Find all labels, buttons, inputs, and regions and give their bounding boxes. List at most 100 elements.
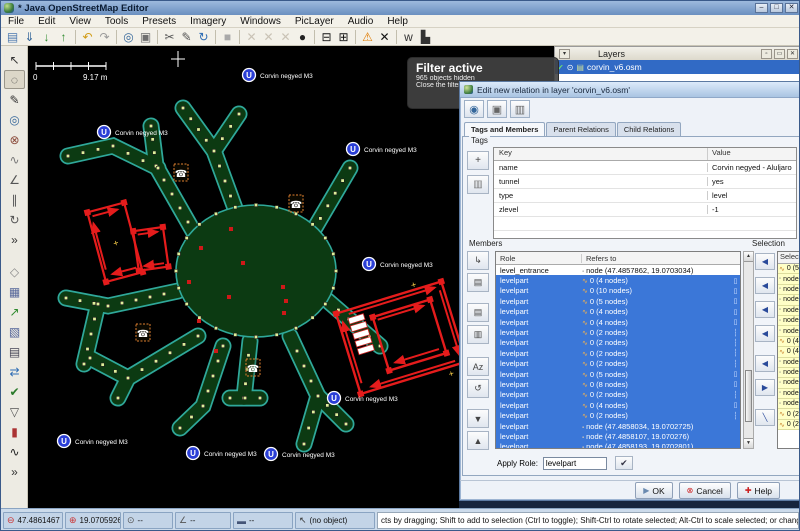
changeset-panel-icon[interactable]: ▮ bbox=[4, 422, 25, 441]
update-data-icon[interactable]: ↻ bbox=[195, 29, 212, 45]
lasso-tool-icon[interactable]: ◌ bbox=[4, 70, 25, 89]
car-icon[interactable]: ⊟ bbox=[318, 29, 335, 45]
angle-tool-icon[interactable]: ∠ bbox=[4, 170, 25, 189]
members-role-header[interactable]: Role bbox=[496, 254, 582, 263]
delete-tool-icon[interactable]: ⊗ bbox=[4, 130, 25, 149]
sort-members-icon[interactable]: Az bbox=[467, 357, 489, 376]
help-button[interactable]: ✚Help bbox=[737, 482, 780, 499]
measure-panel-icon[interactable]: ∿ bbox=[4, 442, 25, 461]
selection-row[interactable]: ▫node bbox=[778, 378, 800, 388]
layer-eye-icon[interactable]: ⊙ bbox=[567, 63, 574, 72]
selection-row[interactable]: ∿0 (5 nodes) bbox=[778, 264, 800, 274]
tag-row[interactable]: typelevel bbox=[494, 189, 796, 203]
copy-members-icon[interactable]: ▤ bbox=[467, 273, 489, 292]
member-row[interactable]: levelpart∿0 (2 nodes)┆ bbox=[496, 359, 740, 369]
members-table[interactable]: Role Refers to level_entrance▪node (47.4… bbox=[495, 251, 741, 449]
zoom-tool-icon[interactable]: ◎ bbox=[4, 110, 25, 129]
member-row[interactable]: levelpart▪node (47.4858034, 19.0702725) bbox=[496, 421, 740, 431]
apply-role-input[interactable] bbox=[543, 457, 607, 470]
histogram-icon[interactable]: ▙ bbox=[417, 29, 434, 45]
member-row[interactable]: levelpart∿0 (2 nodes)┆ bbox=[496, 390, 740, 400]
member-row[interactable]: levelpart∿0 (2 nodes)┆ bbox=[496, 410, 740, 420]
apply-role-confirm-icon[interactable]: ✔ bbox=[615, 456, 633, 470]
filter-panel-icon[interactable]: ▽ bbox=[4, 402, 25, 421]
selection-row[interactable]: ∿0 (2 nodes) bbox=[778, 420, 800, 430]
preferences-icon[interactable]: ▣ bbox=[137, 29, 154, 45]
members-scrollbar[interactable]: ▲ ▼ bbox=[743, 251, 754, 449]
selection-row[interactable]: ▫node bbox=[778, 368, 800, 378]
delete-relation-icon[interactable]: ▥ bbox=[510, 100, 530, 118]
remove-selection-icon[interactable]: ╲ bbox=[755, 409, 775, 426]
more-tools-icon[interactable]: » bbox=[4, 230, 25, 249]
menu-windows[interactable]: Windows bbox=[233, 16, 288, 27]
menu-audio[interactable]: Audio bbox=[341, 16, 381, 27]
command-panel-icon[interactable]: ▤ bbox=[4, 342, 25, 361]
upload-selection-icon[interactable]: ↗ bbox=[4, 302, 25, 321]
selection-row[interactable]: ▫node bbox=[778, 285, 800, 295]
member-row[interactable]: level_entrance▪node (47.4857862, 19.0703… bbox=[496, 265, 740, 275]
undo-icon[interactable]: ↶ bbox=[79, 29, 96, 45]
paste-members-icon[interactable]: ↳ bbox=[467, 251, 489, 270]
member-row[interactable]: levelpart∿0 (4 nodes)▯ bbox=[496, 275, 740, 285]
member-row[interactable]: levelpart∿0 (2 nodes)┆ bbox=[496, 348, 740, 358]
remove-members-icon[interactable]: ▥ bbox=[467, 325, 489, 344]
selection-row[interactable]: ∿0 (4 nodes) bbox=[778, 337, 800, 347]
selection-list[interactable]: Selection ∿0 (5 nodes)▫node▫node▫node▫no… bbox=[777, 251, 800, 449]
dialog-title-bar[interactable]: Edit new relation in layer 'corvin_v6.os… bbox=[460, 82, 800, 98]
add-tag-icon[interactable]: + bbox=[467, 151, 489, 170]
apply-changes-icon[interactable]: ◉ bbox=[464, 100, 484, 118]
selection-list-header[interactable]: Selection bbox=[778, 252, 800, 264]
member-row[interactable]: levelpart∿0 (4 nodes)▯ bbox=[496, 317, 740, 327]
tab-child-relations[interactable]: Child Relations bbox=[617, 122, 681, 136]
scroll-up-icon[interactable]: ▲ bbox=[744, 252, 753, 262]
duplicate-members-icon[interactable]: ▤ bbox=[467, 303, 489, 322]
download-along-icon[interactable]: ✂ bbox=[161, 29, 178, 45]
ok-button[interactable]: ▶OK bbox=[635, 482, 672, 499]
draw-tool-icon[interactable]: ✎ bbox=[178, 29, 195, 45]
scrollbar-thumb[interactable] bbox=[745, 370, 752, 422]
minimize-button[interactable]: – bbox=[755, 3, 768, 13]
combine-tool-icon[interactable]: ✕ bbox=[277, 29, 294, 45]
tags-table[interactable]: Key Value nameCorvin negyed - Aluljarotu… bbox=[493, 147, 797, 239]
menu-file[interactable]: File bbox=[1, 16, 31, 27]
undock-icon[interactable]: ▭ bbox=[774, 49, 785, 59]
download-icon[interactable]: ↓ bbox=[38, 29, 55, 45]
bus-icon[interactable]: ⊞ bbox=[335, 29, 352, 45]
scroll-down-icon[interactable]: ▼ bbox=[744, 438, 753, 448]
selection-row[interactable]: ▫node bbox=[778, 399, 800, 409]
members-refers-header[interactable]: Refers to bbox=[582, 254, 740, 263]
tab-parent-relations[interactable]: Parent Relations bbox=[546, 122, 615, 136]
member-row[interactable]: levelpart∿0 (5 nodes)▯ bbox=[496, 296, 740, 306]
selection-row[interactable]: ▫node bbox=[778, 295, 800, 305]
preview-panel-icon[interactable]: ▧ bbox=[4, 322, 25, 341]
layer-row[interactable]: ✔ ⊙ ▤ corvin_v6.osm bbox=[555, 60, 800, 74]
member-row[interactable]: levelpart∿0 (4 nodes)▯ bbox=[496, 307, 740, 317]
menu-presets[interactable]: Presets bbox=[135, 16, 183, 27]
add-selection-at-start-icon[interactable]: ◀ bbox=[755, 253, 775, 270]
delete-tag-icon[interactable]: ▥ bbox=[467, 175, 489, 194]
cancel-button[interactable]: ⊗Cancel bbox=[679, 482, 731, 499]
warning-icon[interactable]: ⚠ bbox=[359, 29, 376, 45]
tag-row[interactable]: zlevel-1 bbox=[494, 203, 796, 217]
more-panels-icon[interactable]: » bbox=[4, 462, 25, 481]
reverse-order-icon[interactable]: ↺ bbox=[467, 379, 489, 398]
tag-row[interactable]: tunnelyes bbox=[494, 175, 796, 189]
menu-imagery[interactable]: Imagery bbox=[183, 16, 233, 27]
mapmode-icon[interactable]: ■ bbox=[219, 29, 236, 45]
close-icon[interactable]: ✕ bbox=[787, 49, 798, 59]
member-row[interactable]: levelpart▪node (47.4858193, 19.0702801) bbox=[496, 442, 740, 449]
tag-row-empty[interactable] bbox=[494, 217, 796, 231]
tag-row-empty[interactable] bbox=[494, 231, 796, 239]
member-row[interactable]: levelpart∿0 (4 nodes)▯ bbox=[496, 400, 740, 410]
zoom-to-selection-icon[interactable]: ◎ bbox=[120, 29, 137, 45]
selection-row[interactable]: ▫node bbox=[778, 326, 800, 336]
open-icon[interactable]: ▤ bbox=[4, 29, 21, 45]
tags-value-header[interactable]: Value bbox=[708, 148, 796, 160]
draw-node-tool-icon[interactable]: ✎ bbox=[4, 90, 25, 109]
pan-hand-icon[interactable]: ● bbox=[294, 29, 311, 45]
merge-tool-icon[interactable]: ✕ bbox=[243, 29, 260, 45]
member-row[interactable]: levelpart∿0 (2 nodes)┆ bbox=[496, 327, 740, 337]
menu-help[interactable]: Help bbox=[380, 16, 415, 27]
selection-row[interactable]: ∿0 (2 nodes) bbox=[778, 409, 800, 419]
close-button[interactable]: ✕ bbox=[785, 3, 798, 13]
